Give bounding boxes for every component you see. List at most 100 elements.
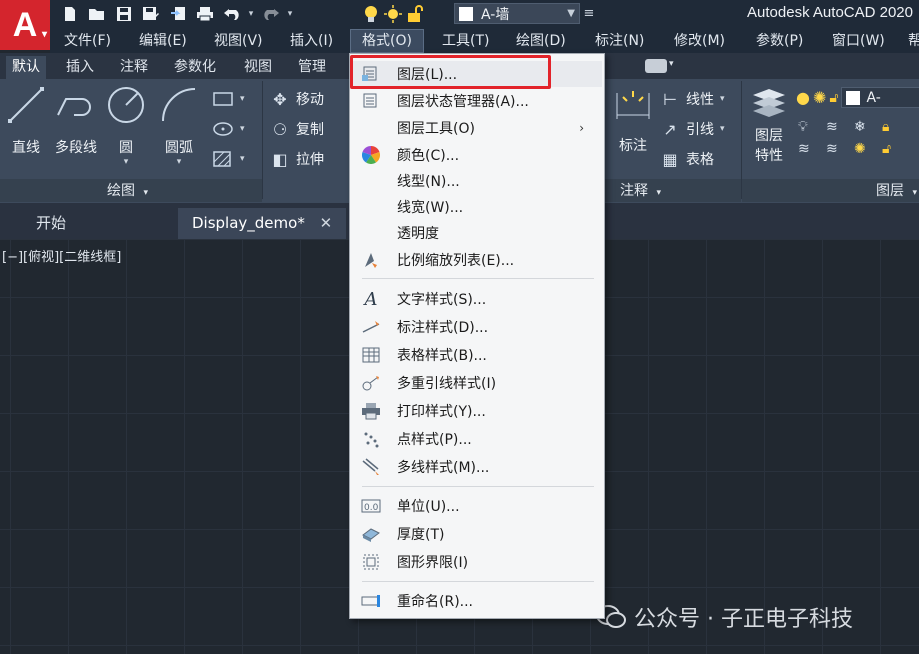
menu-item-dim-style[interactable]: 标注样式(D)... (352, 314, 602, 340)
layer-match-icon[interactable]: ≋ (826, 119, 854, 135)
open-icon[interactable] (83, 3, 110, 25)
menu-modify[interactable]: 修改(M) (674, 29, 725, 53)
stretch-icon: ◧ (272, 149, 288, 169)
move-tool[interactable]: ✥ 移动 (270, 87, 324, 111)
layer-dropdown[interactable]: A-墙 ▼ (454, 3, 580, 24)
sun-icon[interactable] (382, 3, 404, 25)
table-style-icon (360, 344, 382, 366)
layers-panel-label[interactable]: 图层 ▾ (876, 180, 917, 202)
layer-freeze-icon[interactable]: ❄ (854, 119, 882, 135)
ribbon-options-icon[interactable] (645, 59, 667, 73)
sun-icon[interactable]: ✺ (813, 88, 826, 107)
rectangle-tool[interactable]: ▾ (212, 87, 245, 111)
menu-bar: 文件(F) 编辑(E) 视图(V) 插入(I) 格式(O) 工具(T) 绘图(D… (50, 29, 919, 53)
menu-item-limits[interactable]: 图形界限(I) (352, 549, 602, 575)
menu-item-scale-list[interactable]: 比例缩放列表(E)... (352, 247, 602, 273)
tab-manage[interactable]: 管理 (292, 56, 332, 79)
circle-dropdown-icon[interactable]: ▾ (105, 157, 147, 167)
bulb-on-icon[interactable] (360, 3, 382, 25)
menu-item-label: 图形界限(I) (397, 555, 469, 571)
arc-dropdown-icon[interactable]: ▾ (158, 157, 200, 167)
tab-start[interactable]: 开始 (22, 208, 80, 239)
pattern-tool[interactable]: ▾ (212, 147, 245, 171)
menu-item-linetype[interactable]: 线型(N)... (352, 168, 602, 194)
print-icon[interactable] (191, 3, 218, 25)
customize-toolbar-icon[interactable]: ≡ (583, 6, 595, 21)
polyline-tool[interactable]: 多段线 (52, 85, 100, 157)
draw-panel-label[interactable]: 绘图 ▾ (107, 180, 148, 202)
menu-item-units[interactable]: 0.0 单位(U)... (352, 493, 602, 519)
app-menu-button[interactable]: A ▾ (0, 0, 50, 50)
stretch-tool[interactable]: ◧ 拉伸 (270, 147, 324, 171)
menu-item-layer-state-manager[interactable]: 图层状态管理器(A)... (352, 88, 602, 114)
tab-view[interactable]: 视图 (238, 56, 278, 79)
menu-dimension[interactable]: 标注(N) (595, 29, 644, 53)
menu-insert[interactable]: 插入(I) (290, 29, 333, 53)
menu-item-mline-style[interactable]: 多线样式(M)... (352, 454, 602, 480)
layer-off-icon[interactable]: ≋ (798, 141, 826, 157)
menu-file[interactable]: 文件(F) (64, 29, 111, 53)
dimension-tool[interactable]: 标注 (610, 89, 656, 155)
tab-home[interactable]: 默认 (6, 56, 46, 79)
menu-window[interactable]: 窗口(W) (832, 29, 885, 53)
unlock-icon[interactable] (404, 3, 426, 25)
ellipse-dropdown-icon[interactable]: ▾ (240, 124, 245, 134)
hatch-tool[interactable]: ▾ (212, 117, 245, 141)
linear-dim-dropdown-icon[interactable]: ▾ (720, 94, 725, 104)
layer-ribbon-value: A- (866, 89, 881, 106)
viewport-controls[interactable]: [−][俯视][二维线框] (2, 246, 121, 265)
bulb-on-icon[interactable]: ● (796, 88, 810, 107)
menu-item-lineweight[interactable]: 线宽(W)... (352, 194, 602, 220)
menu-item-thickness[interactable]: 厚度(T) (352, 521, 602, 547)
menu-item-table-style[interactable]: 表格样式(B)... (352, 342, 602, 368)
hatch-dropdown-icon[interactable]: ▾ (240, 154, 245, 164)
menu-item-color[interactable]: 颜色(C)... (352, 142, 602, 168)
line-tool[interactable]: 直线 (4, 85, 48, 157)
rectangle-dropdown-icon[interactable]: ▾ (240, 94, 245, 104)
menu-view[interactable]: 视图(V) (214, 29, 263, 53)
saveas-icon[interactable] (137, 3, 164, 25)
linear-dim-tool[interactable]: ⊢ 线性 ▾ (660, 87, 725, 111)
ribbon-options-caret-icon[interactable]: ▾ (669, 59, 674, 69)
leader-dropdown-icon[interactable]: ▾ (720, 124, 725, 134)
tab-insert[interactable]: 插入 (60, 56, 100, 79)
new-icon[interactable] (56, 3, 83, 25)
menu-item-mleader-style[interactable]: 多重引线样式(I) (352, 370, 602, 396)
layer-thaw-icon[interactable]: ✺ (854, 141, 882, 157)
leader-tool[interactable]: ↗ 引线 ▾ (660, 117, 725, 141)
undo-dropdown-icon[interactable]: ▾ (245, 9, 257, 19)
redo-icon[interactable] (257, 3, 284, 25)
menu-item-text-style[interactable]: A 文字样式(S)... (352, 286, 602, 312)
circle-tool[interactable]: 圆 ▾ (105, 85, 147, 167)
layer-dropdown-ribbon[interactable]: A- (841, 87, 919, 108)
unlock-icon[interactable]: 🔓︎ (829, 90, 838, 106)
menu-draw[interactable]: 绘图(D) (516, 29, 566, 53)
copy-tool[interactable]: ⚆ 复制 (270, 117, 324, 141)
tab-annotate[interactable]: 注释 (114, 56, 154, 79)
menu-parametric[interactable]: 参数(P) (756, 29, 803, 53)
table-tool[interactable]: ▦ 表格 (660, 147, 714, 171)
menu-item-layer-tools[interactable]: 图层工具(O) › (352, 115, 602, 141)
layer-properties-tool[interactable]: 图层 特性 (748, 85, 790, 165)
menu-tools[interactable]: 工具(T) (442, 29, 489, 53)
menu-help[interactable]: 帮 (908, 29, 919, 53)
layer-unlock-icon[interactable]: 🔓︎ (882, 141, 910, 157)
layer-lock-icon[interactable]: 🔒︎ (882, 119, 910, 135)
save-icon[interactable] (110, 3, 137, 25)
menu-item-rename[interactable]: 重命名(R)... (352, 588, 602, 614)
close-icon[interactable]: ✕ (320, 214, 333, 232)
menu-item-plot-style[interactable]: 打印样式(Y)... (352, 398, 602, 424)
tab-display-demo[interactable]: Display_demo* ✕ (178, 208, 347, 239)
annotation-panel-label[interactable]: 注释 ▾ (620, 180, 661, 202)
arc-tool[interactable]: 圆弧 ▾ (158, 85, 200, 167)
undo-icon[interactable] (218, 3, 245, 25)
publish-icon[interactable] (164, 3, 191, 25)
layer-walk-icon[interactable]: ≋ (826, 141, 854, 157)
layer-isolate-icon[interactable]: 💡︎ (798, 119, 826, 135)
menu-item-transparency[interactable]: 透明度 (352, 220, 602, 246)
redo-dropdown-icon[interactable]: ▾ (284, 9, 296, 19)
tab-parametric[interactable]: 参数化 (168, 56, 222, 79)
menu-edit[interactable]: 编辑(E) (139, 29, 187, 53)
menu-format[interactable]: 格式(O) (350, 29, 424, 53)
menu-item-point-style[interactable]: 点样式(P)... (352, 426, 602, 452)
